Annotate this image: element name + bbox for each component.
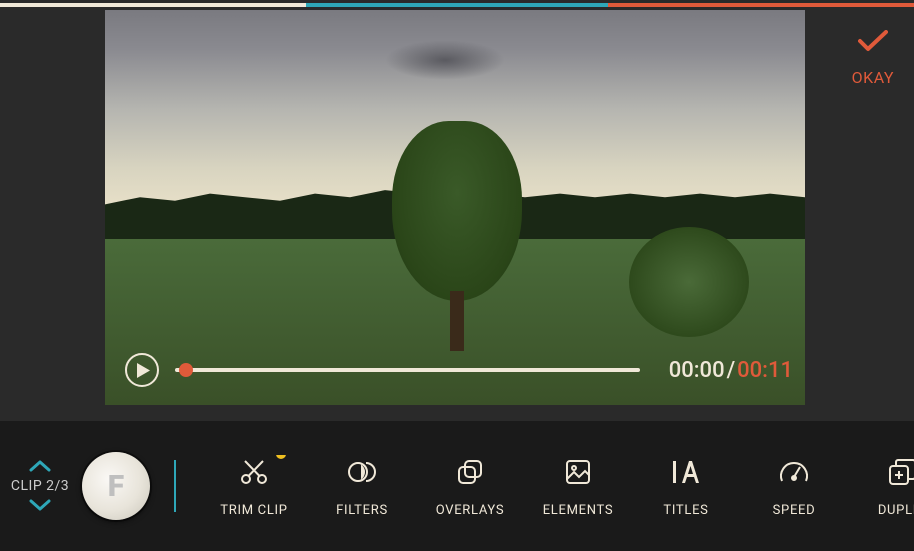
filters-icon: [347, 455, 377, 489]
top-progress-bar: [0, 3, 914, 7]
tool-label: DUPLIC: [878, 503, 914, 518]
chevron-down-icon: [29, 499, 51, 511]
play-icon: [137, 363, 150, 378]
progress-segment-1: [0, 3, 306, 7]
scissors-icon: [239, 455, 269, 489]
clip-label: CLIP 2/3: [11, 478, 69, 494]
clip-down-arrow[interactable]: [29, 496, 51, 515]
play-button[interactable]: [125, 353, 159, 387]
overlays-icon: [455, 455, 485, 489]
video-frame: [105, 10, 805, 405]
progress-segment-2: [306, 3, 608, 7]
speed-icon: [778, 455, 810, 489]
okay-label: OKAY: [852, 68, 894, 87]
tools-row: TRIM CLIP FILTERS OVERLAYS ELEMENTS TITL: [200, 455, 914, 518]
elements-icon: [563, 455, 593, 489]
time-display: 00:00/00:11: [669, 358, 793, 383]
tool-label: FILTERS: [336, 503, 388, 518]
chevron-up-icon: [29, 460, 51, 472]
bottom-toolbar: CLIP 2/3 F TRIM CLIP FILTERS OVERLAYS: [0, 421, 914, 551]
time-total: 00:11: [737, 358, 793, 383]
tool-label: TRIM CLIP: [220, 503, 287, 518]
tool-indicator-dot: [276, 455, 286, 459]
time-separator: /: [727, 358, 736, 383]
progress-segment-3: [608, 3, 914, 7]
tool-label: ELEMENTS: [543, 503, 614, 518]
tool-label: TITLES: [663, 503, 708, 518]
tool-label: SPEED: [773, 503, 816, 518]
clip-navigator: CLIP 2/3: [0, 457, 80, 515]
clip-thumbnail[interactable]: F: [82, 452, 150, 520]
tool-titles[interactable]: TITLES: [632, 455, 740, 518]
scrubber-track[interactable]: [175, 368, 640, 372]
titles-icon: [670, 455, 702, 489]
video-bush: [629, 227, 749, 337]
duplicate-icon: [887, 455, 914, 489]
toolbar-divider: [174, 460, 176, 512]
video-tree: [392, 121, 522, 351]
tool-trim-clip[interactable]: TRIM CLIP: [200, 455, 308, 518]
clip-up-arrow[interactable]: [29, 457, 51, 476]
scrubber-thumb[interactable]: [179, 363, 193, 377]
tool-filters[interactable]: FILTERS: [308, 455, 416, 518]
video-preview[interactable]: 00:00/00:11: [105, 10, 805, 405]
tool-duplicate[interactable]: DUPLIC: [848, 455, 914, 518]
time-current: 00:00: [669, 358, 725, 383]
clip-thumbnail-initial: F: [108, 469, 124, 504]
tool-elements[interactable]: ELEMENTS: [524, 455, 632, 518]
tool-label: OVERLAYS: [436, 503, 505, 518]
check-icon: [858, 30, 888, 52]
tool-overlays[interactable]: OVERLAYS: [416, 455, 524, 518]
okay-button[interactable]: OKAY: [852, 30, 894, 87]
tool-speed[interactable]: SPEED: [740, 455, 848, 518]
